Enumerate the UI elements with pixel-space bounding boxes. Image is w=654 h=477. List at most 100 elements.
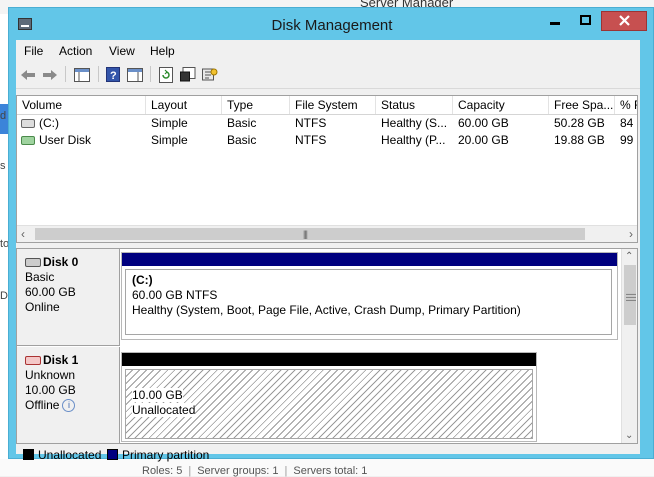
scrollbar-thumb[interactable]: ||| (35, 228, 585, 240)
legend: Unallocated Primary partition (16, 444, 640, 462)
close-icon (618, 15, 630, 26)
volume-row[interactable]: User Disk Simple Basic NTFS Healthy (P..… (17, 132, 637, 149)
unallocated-space[interactable]: 10.00 GB Unallocated (121, 352, 537, 442)
disk-size: 10.00 GB (25, 383, 76, 397)
maximize-icon (579, 15, 591, 25)
volume-cell: User Disk (17, 132, 146, 149)
scroll-down-icon[interactable]: ⌄ (625, 430, 633, 441)
scroll-up-icon[interactable]: ⌃ (625, 251, 633, 262)
svg-text:?: ? (110, 70, 117, 82)
menu-action[interactable]: Action (59, 44, 92, 58)
grip-icon: ||| (303, 229, 308, 239)
sidebar-fragment[interactable]: d (0, 110, 6, 122)
toolbar-separator (65, 66, 66, 82)
partition-body: (C:) 60.00 GB NTFS Healthy (System, Boot… (125, 269, 612, 335)
legend-primary-partition: Primary partition (122, 448, 210, 462)
scroll-left-icon[interactable]: ‹ (21, 227, 25, 241)
window-titlebar[interactable]: Disk Management (9, 8, 654, 40)
back-icon[interactable] (19, 66, 37, 83)
horizontal-scrollbar[interactable]: ‹ ||| › (17, 225, 637, 242)
unallocated-size: 10.00 GB (132, 388, 183, 402)
maximize-button[interactable] (570, 11, 600, 31)
disk-graphical-view: Disk 0 Basic 60.00 GB Online (C:) 60.00 … (16, 248, 638, 444)
disk-name: Disk 0 (43, 255, 79, 269)
primary-partition-swatch (107, 449, 118, 460)
scrollbar-thumb[interactable]: — — — (624, 265, 636, 325)
volume-row[interactable]: (C:) Simple Basic NTFS Healthy (S... 60.… (17, 115, 637, 132)
close-button[interactable] (601, 11, 647, 31)
column-header-free-space[interactable]: Free Spa... (549, 96, 615, 114)
free-space-cell: 19.88 GB (554, 133, 605, 147)
status-roles: Roles: 5 (142, 465, 183, 477)
refresh-icon[interactable] (157, 66, 175, 83)
free-space-cell: 50.28 GB (554, 116, 605, 130)
minimize-icon (550, 22, 560, 25)
column-header-status[interactable]: Status (376, 96, 453, 114)
menu-help[interactable]: Help (150, 44, 175, 58)
grip-icon: — — — (626, 289, 636, 306)
column-header-capacity[interactable]: Capacity (453, 96, 549, 114)
status-server-groups: Server groups: 1 (197, 465, 279, 477)
toolbar-separator (150, 66, 151, 82)
server-manager-status: Roles: 5 | Server groups: 1 | Servers total:… (142, 465, 368, 477)
disk-1-label[interactable]: Disk 1 Unknown 10.00 GB Offline i (17, 347, 120, 443)
properties-icon[interactable] (179, 66, 197, 83)
volume-name: User Disk (39, 133, 92, 147)
layout-cell: Simple (151, 116, 188, 130)
sidebar-fragment[interactable]: De (0, 290, 8, 302)
partition-size: 60.00 GB NTFS (132, 288, 218, 302)
vertical-scrollbar[interactable]: ⌃ — — — ⌄ (621, 249, 637, 443)
column-header-file-system[interactable]: File System (290, 96, 376, 114)
show-hide-console-tree-icon[interactable] (73, 66, 91, 83)
column-header-percent-free[interactable]: % F (615, 96, 637, 114)
info-icon[interactable]: i (62, 399, 76, 413)
volume-list: Volume Layout Type File System Status Ca… (16, 95, 638, 243)
legend-unallocated: Unallocated (38, 448, 102, 462)
column-header-type[interactable]: Type (222, 96, 290, 114)
volume-cell: (C:) (17, 115, 146, 132)
file-system-cell: NTFS (295, 133, 327, 147)
sidebar-fragment[interactable]: to (0, 238, 8, 250)
disk-type: Basic (25, 270, 55, 284)
partition-c[interactable]: (C:) 60.00 GB NTFS Healthy (System, Boot… (121, 252, 618, 340)
volume-list-header: Volume Layout Type File System Status Ca… (17, 96, 637, 115)
type-cell: Basic (227, 116, 257, 130)
drive-icon (21, 136, 35, 146)
toolbar-separator (98, 66, 99, 82)
capacity-cell: 60.00 GB (458, 116, 509, 130)
status-cell: Healthy (P... (381, 133, 446, 147)
disk-icon (25, 258, 41, 268)
disk-0-label[interactable]: Disk 0 Basic 60.00 GB Online (17, 249, 120, 346)
offline-disk-icon (25, 356, 41, 366)
show-hide-action-pane-icon[interactable] (126, 66, 144, 83)
scroll-right-icon[interactable]: › (629, 227, 633, 241)
forward-icon[interactable] (41, 66, 59, 83)
partition-status: Healthy (System, Boot, Page File, Active… (132, 303, 521, 317)
type-cell: Basic (227, 133, 257, 147)
sidebar-fragment[interactable]: s (0, 160, 6, 172)
menu-view[interactable]: View (109, 44, 135, 58)
unallocated-swatch (23, 449, 34, 460)
primary-partition-bar (122, 253, 617, 266)
help-icon[interactable]: ? (104, 66, 122, 83)
disk-state: Online (25, 300, 60, 314)
volume-name: (C:) (39, 116, 59, 130)
toolbar: ? (16, 60, 640, 89)
column-header-layout[interactable]: Layout (146, 96, 222, 114)
menu-bar: File Action View Help (16, 40, 640, 60)
menu-file[interactable]: File (24, 44, 43, 58)
percent-free-cell: 84 (620, 116, 634, 130)
drive-icon (21, 119, 35, 129)
disk-state: Offline (25, 398, 60, 412)
capacity-cell: 20.00 GB (458, 133, 509, 147)
column-header-volume[interactable]: Volume (17, 96, 146, 114)
window-client-area: File Action View Help ? Volume Layout Ty… (16, 40, 640, 462)
disk-type: Unknown (25, 368, 76, 382)
percent-free-cell: 99 (620, 133, 634, 147)
minimize-button[interactable] (540, 11, 570, 31)
rescan-disks-icon[interactable] (201, 66, 219, 83)
partition-label: (C:) (132, 273, 153, 287)
server-manager-sidebar: d s to De (0, 14, 8, 459)
status-cell: Healthy (S... (381, 116, 448, 130)
status-servers-total: Servers total: 1 (293, 465, 368, 477)
